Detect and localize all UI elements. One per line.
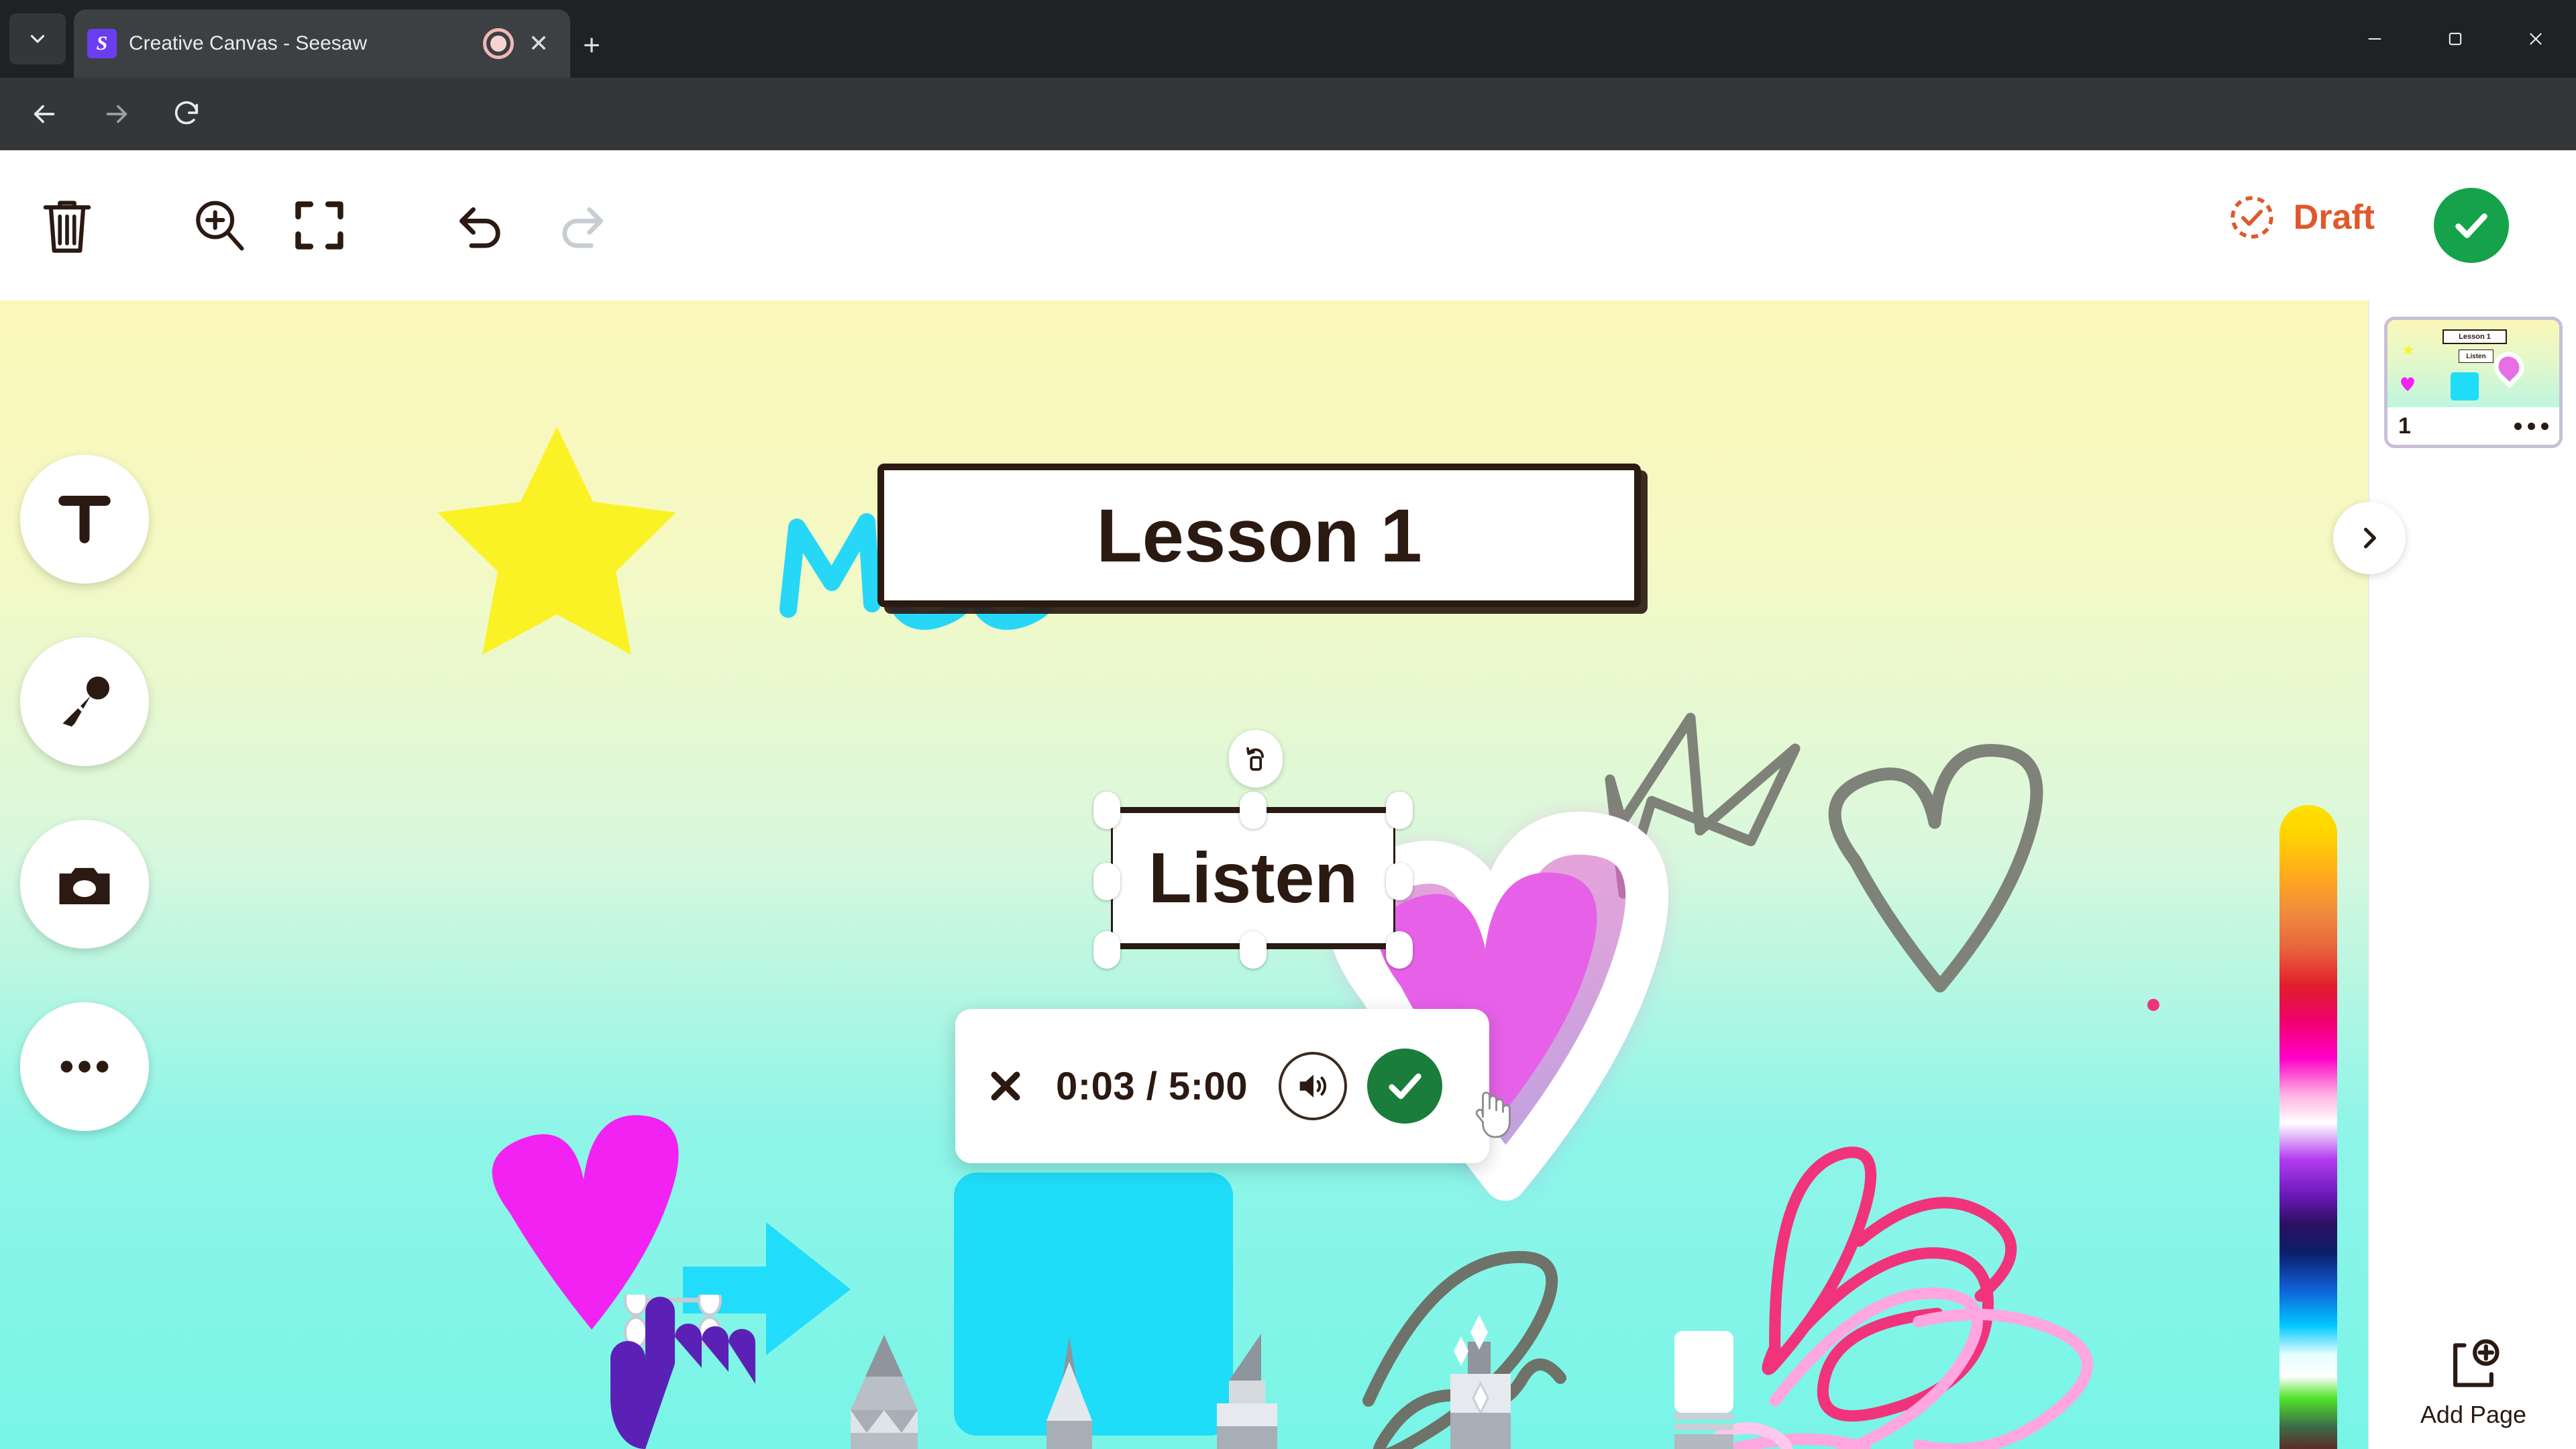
selection-handle-sw[interactable] xyxy=(1093,931,1120,969)
audio-recorder-popup: 0:03 / 5:00 xyxy=(955,1009,1489,1163)
app-toolbar: Draft xyxy=(0,150,2576,301)
thumbnail-pink-heart xyxy=(2487,345,2530,388)
back-button[interactable] xyxy=(27,97,62,131)
selection-handle-e[interactable] xyxy=(1386,863,1413,900)
cyan-rectangle-shape xyxy=(954,1173,1233,1436)
redo-button[interactable] xyxy=(545,188,620,263)
pages-panel: Lesson 1 Listen 1 Add Page xyxy=(2333,301,2576,1449)
save-done-button[interactable] xyxy=(2434,188,2509,263)
thumbnail-listen-box: Listen xyxy=(2459,350,2493,363)
close-icon xyxy=(991,1071,1020,1101)
grey-squiggle xyxy=(1362,1250,1566,1449)
add-page-icon xyxy=(2453,1339,2500,1387)
thumbnail-listen-text: Listen xyxy=(2466,352,2486,360)
trash-icon xyxy=(43,201,91,253)
seesaw-app: Draft Lesson 1 Listen 0:03 / 5:00 Lesson… xyxy=(0,150,2576,1449)
rotate-icon xyxy=(1246,747,1264,771)
recorder-close-button[interactable] xyxy=(955,1009,1056,1163)
minimize-button[interactable] xyxy=(2334,0,2415,78)
back-arrow-icon xyxy=(34,105,55,123)
recorder-confirm-button[interactable] xyxy=(1367,1049,1443,1124)
minimize-icon xyxy=(2368,38,2381,40)
undo-icon xyxy=(460,207,500,248)
draft-status-label: Draft xyxy=(2293,198,2375,237)
add-page-label: Add Page xyxy=(2420,1401,2527,1428)
selection-handle-nw[interactable] xyxy=(1093,792,1120,829)
check-icon xyxy=(2455,213,2487,238)
reload-icon xyxy=(174,101,199,125)
chevron-right-icon xyxy=(2363,527,2376,549)
selection-handle-w[interactable] xyxy=(1093,863,1120,900)
color-gradient-picker[interactable] xyxy=(2279,805,2337,1449)
selected-text: Listen xyxy=(1148,838,1358,918)
title-text: Lesson 1 xyxy=(1096,493,1422,578)
reload-button[interactable] xyxy=(169,97,204,131)
chevron-down-icon xyxy=(30,35,45,43)
yellow-star-shape xyxy=(437,427,676,655)
selection-handle-n[interactable] xyxy=(1240,792,1267,829)
page-thumbnail-preview: Lesson 1 Listen xyxy=(2387,320,2559,414)
more-tools-icon xyxy=(60,1061,109,1073)
browser-tab[interactable]: S Creative Canvas - Seesaw ✕ xyxy=(74,9,570,78)
grey-heart-doodle xyxy=(1828,744,2043,993)
camera-tool-button[interactable] xyxy=(20,820,149,949)
pink-scribble xyxy=(1762,1146,2017,1422)
drawing-canvas[interactable]: Lesson 1 Listen 0:03 / 5:00 xyxy=(0,301,2368,1449)
thumbnail-yellow-star xyxy=(2402,344,2414,356)
close-icon xyxy=(2530,33,2542,45)
selection-handle-ne[interactable] xyxy=(1386,792,1413,829)
add-page-button[interactable]: Add Page xyxy=(2369,1336,2576,1429)
tab-title: Creative Canvas - Seesaw xyxy=(129,32,368,54)
tab-search-button[interactable] xyxy=(9,13,66,64)
tab-close-button[interactable]: ✕ xyxy=(521,25,557,62)
page-number-label: 1 xyxy=(2398,413,2411,439)
close-window-button[interactable] xyxy=(2496,0,2576,78)
tool-rail xyxy=(20,455,154,1185)
maximize-button[interactable] xyxy=(2415,0,2496,78)
more-tools-button[interactable] xyxy=(20,1002,149,1131)
redo-icon xyxy=(562,207,603,248)
pages-panel-toggle-button[interactable] xyxy=(2333,502,2406,574)
fit-to-screen-icon xyxy=(295,201,343,250)
thumbnail-title-box: Lesson 1 xyxy=(2443,329,2507,344)
recorder-playback-button[interactable] xyxy=(1279,1052,1348,1120)
undo-button[interactable] xyxy=(443,188,518,263)
magenta-heart-shape xyxy=(492,1115,679,1330)
tab-strip: S Creative Canvas - Seesaw ✕ + xyxy=(0,0,2576,78)
zoom-in-button[interactable] xyxy=(181,188,256,263)
window-controls xyxy=(2334,0,2576,78)
navigation-bar: app.seesaw.me/#/item/new/class/class.e01… xyxy=(0,78,2576,217)
fit-to-screen-button[interactable] xyxy=(282,188,357,263)
cyan-arrow-shape xyxy=(683,1222,851,1355)
page-thumbnail-1[interactable]: Lesson 1 Listen 1 xyxy=(2384,317,2563,448)
camera-tool-icon xyxy=(59,867,110,904)
recorder-time-label: 0:03 / 5:00 xyxy=(1056,1064,1248,1108)
microphone-tool-icon xyxy=(62,676,110,727)
speaker-icon xyxy=(1299,1075,1327,1097)
text-tool-button[interactable] xyxy=(20,455,149,584)
text-tool-icon xyxy=(58,496,111,543)
selection-handle-se[interactable] xyxy=(1386,931,1413,969)
forward-button[interactable] xyxy=(99,97,134,131)
seesaw-favicon: S xyxy=(87,29,117,58)
title-text-box[interactable]: Lesson 1 xyxy=(877,464,1641,607)
pink-dot xyxy=(2147,999,2159,1011)
page-menu-button[interactable] xyxy=(2514,422,2548,430)
microphone-tool-button[interactable] xyxy=(20,637,149,766)
new-tab-button[interactable]: + xyxy=(570,24,613,67)
rotate-handle[interactable] xyxy=(1229,730,1283,788)
maximize-icon xyxy=(2449,32,2462,46)
draft-check-icon xyxy=(2231,196,2273,239)
check-icon xyxy=(1389,1073,1421,1099)
tab-recording-indicator-icon xyxy=(483,28,514,59)
draft-status[interactable]: Draft xyxy=(2228,193,2375,241)
thumbnail-cyan-rect xyxy=(2451,372,2479,400)
selection-handle-s[interactable] xyxy=(1240,931,1267,969)
thumbnail-magenta-heart xyxy=(2400,376,2416,391)
page-thumbnail-footer: 1 xyxy=(2387,407,2559,445)
thumbnail-title-text: Lesson 1 xyxy=(2459,333,2491,341)
forward-arrow-icon xyxy=(106,105,127,123)
delete-button[interactable] xyxy=(30,188,105,263)
zoom-in-icon xyxy=(196,201,244,251)
